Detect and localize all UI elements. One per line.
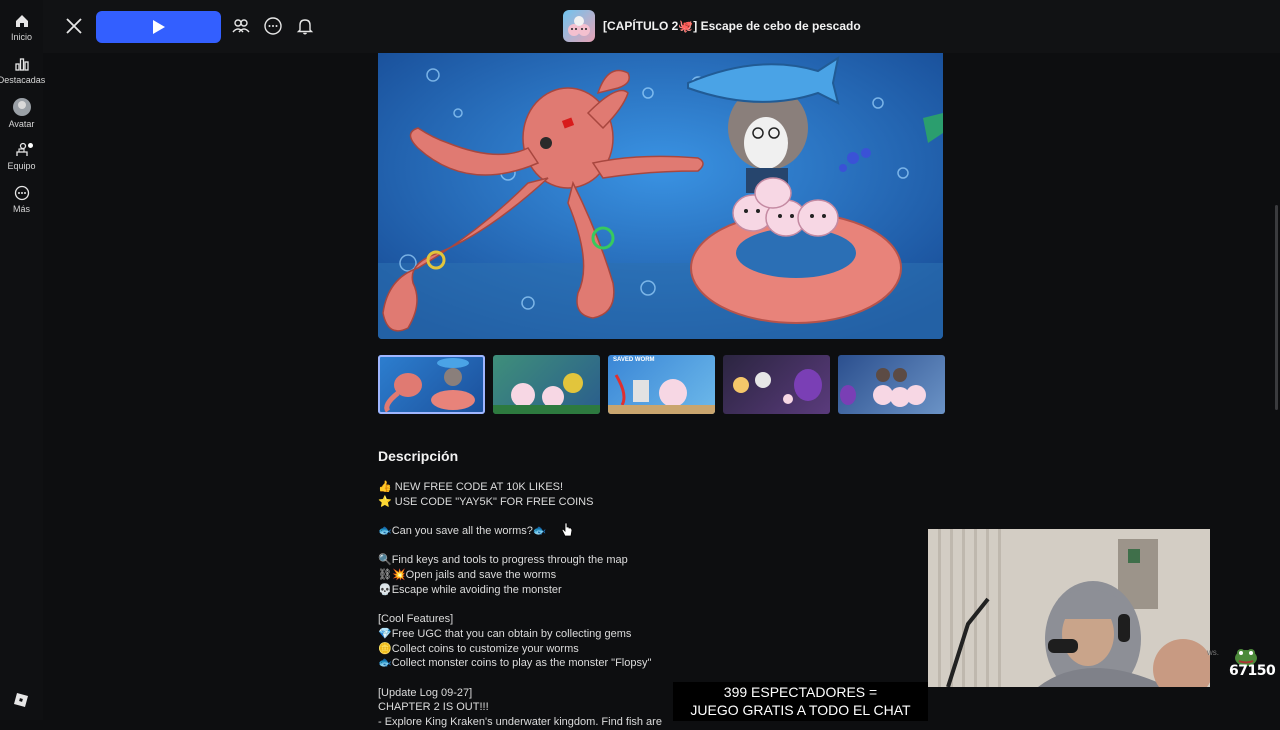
nav-item-mas[interactable]: Más bbox=[0, 178, 43, 221]
chart-icon bbox=[14, 58, 29, 71]
media-thumbnail[interactable] bbox=[378, 355, 485, 414]
background-text: ws. bbox=[1207, 648, 1219, 657]
description-line: 🪙Collect coins to customize your worms bbox=[378, 642, 579, 655]
thumbnail-caption: SAVED WORM bbox=[613, 357, 655, 363]
description-line bbox=[378, 509, 898, 524]
top-bar: [CAPÍTULO 2🐙] Escape de cebo de pescado bbox=[43, 0, 1280, 53]
more-icon bbox=[14, 185, 29, 201]
hero-illustration bbox=[378, 53, 943, 339]
chat-icon[interactable] bbox=[263, 16, 283, 36]
nav-label: Equipo bbox=[7, 161, 36, 171]
description-line: 🔍Find keys and tools to progress through… bbox=[378, 554, 628, 567]
play-icon bbox=[152, 20, 165, 34]
description-heading: Descripción bbox=[378, 448, 459, 464]
notification-dot bbox=[28, 143, 33, 148]
nav-label: Avatar bbox=[8, 119, 35, 129]
announcement-line-1: 399 ESPECTADORES = bbox=[723, 684, 878, 700]
streamer-webcam bbox=[928, 529, 1210, 687]
play-button[interactable] bbox=[96, 11, 221, 43]
nav-label: Más bbox=[12, 204, 30, 214]
nav-item-equipo[interactable]: Equipo bbox=[0, 135, 43, 178]
description-line: 💀Escape while avoiding the monster bbox=[378, 583, 562, 596]
description-line bbox=[378, 598, 898, 613]
description-line: ⭐ USE CODE "YAY5K" FOR FREE COINS bbox=[378, 495, 594, 508]
webcam-scene bbox=[928, 529, 1210, 687]
media-thumbnail[interactable] bbox=[723, 355, 830, 414]
media-thumbnail[interactable] bbox=[838, 355, 945, 414]
media-thumbnail[interactable] bbox=[493, 355, 600, 414]
stream-announcement: 399 ESPECTADORES = JUEGO GRATIS A TODO E… bbox=[673, 682, 928, 721]
stream-counter: 67150 bbox=[1229, 663, 1276, 679]
description-line: [Cool Features] bbox=[378, 613, 454, 626]
description-line bbox=[378, 539, 898, 554]
description-line: 🐟Collect monster coins to play as the mo… bbox=[378, 657, 652, 670]
close-icon[interactable] bbox=[63, 15, 85, 37]
hand-cursor-icon bbox=[561, 522, 573, 537]
game-title: [CAPÍTULO 2🐙] Escape de cebo de pescado bbox=[603, 19, 861, 33]
game-hero-image[interactable] bbox=[378, 53, 943, 339]
nav-label: Inicio bbox=[10, 32, 32, 42]
left-nav-rail: Inicio Destacadas Avatar Equipo Más bbox=[0, 0, 46, 720]
nav-item-destacadas[interactable]: Destacadas bbox=[0, 49, 46, 92]
friends-icon[interactable] bbox=[231, 16, 251, 36]
nav-item-avatar[interactable]: Avatar bbox=[0, 92, 43, 135]
description-line: 🐟Can you save all the worms?🐟 bbox=[378, 525, 547, 538]
nav-label: Destacadas bbox=[0, 75, 46, 85]
media-thumbnail-strip: SAVED WORM bbox=[378, 355, 945, 414]
avatar-icon bbox=[12, 98, 31, 116]
bell-icon[interactable] bbox=[295, 16, 315, 36]
home-icon bbox=[15, 15, 28, 27]
media-thumbnail[interactable]: SAVED WORM bbox=[608, 355, 715, 414]
game-thumbnail bbox=[563, 10, 595, 42]
description-line: ⛓💥Open jails and save the worms bbox=[378, 569, 557, 582]
roblox-logo-icon[interactable] bbox=[14, 693, 28, 707]
nav-item-inicio[interactable]: Inicio bbox=[0, 6, 43, 49]
description-line: 💎Free UGC that you can obtain by collect… bbox=[378, 627, 632, 640]
description-line: 👍 NEW FREE CODE AT 10K LIKES! bbox=[378, 481, 564, 493]
page-scrollbar[interactable] bbox=[1275, 205, 1278, 410]
announcement-line-2: JUEGO GRATIS A TODO EL CHAT bbox=[690, 702, 911, 718]
